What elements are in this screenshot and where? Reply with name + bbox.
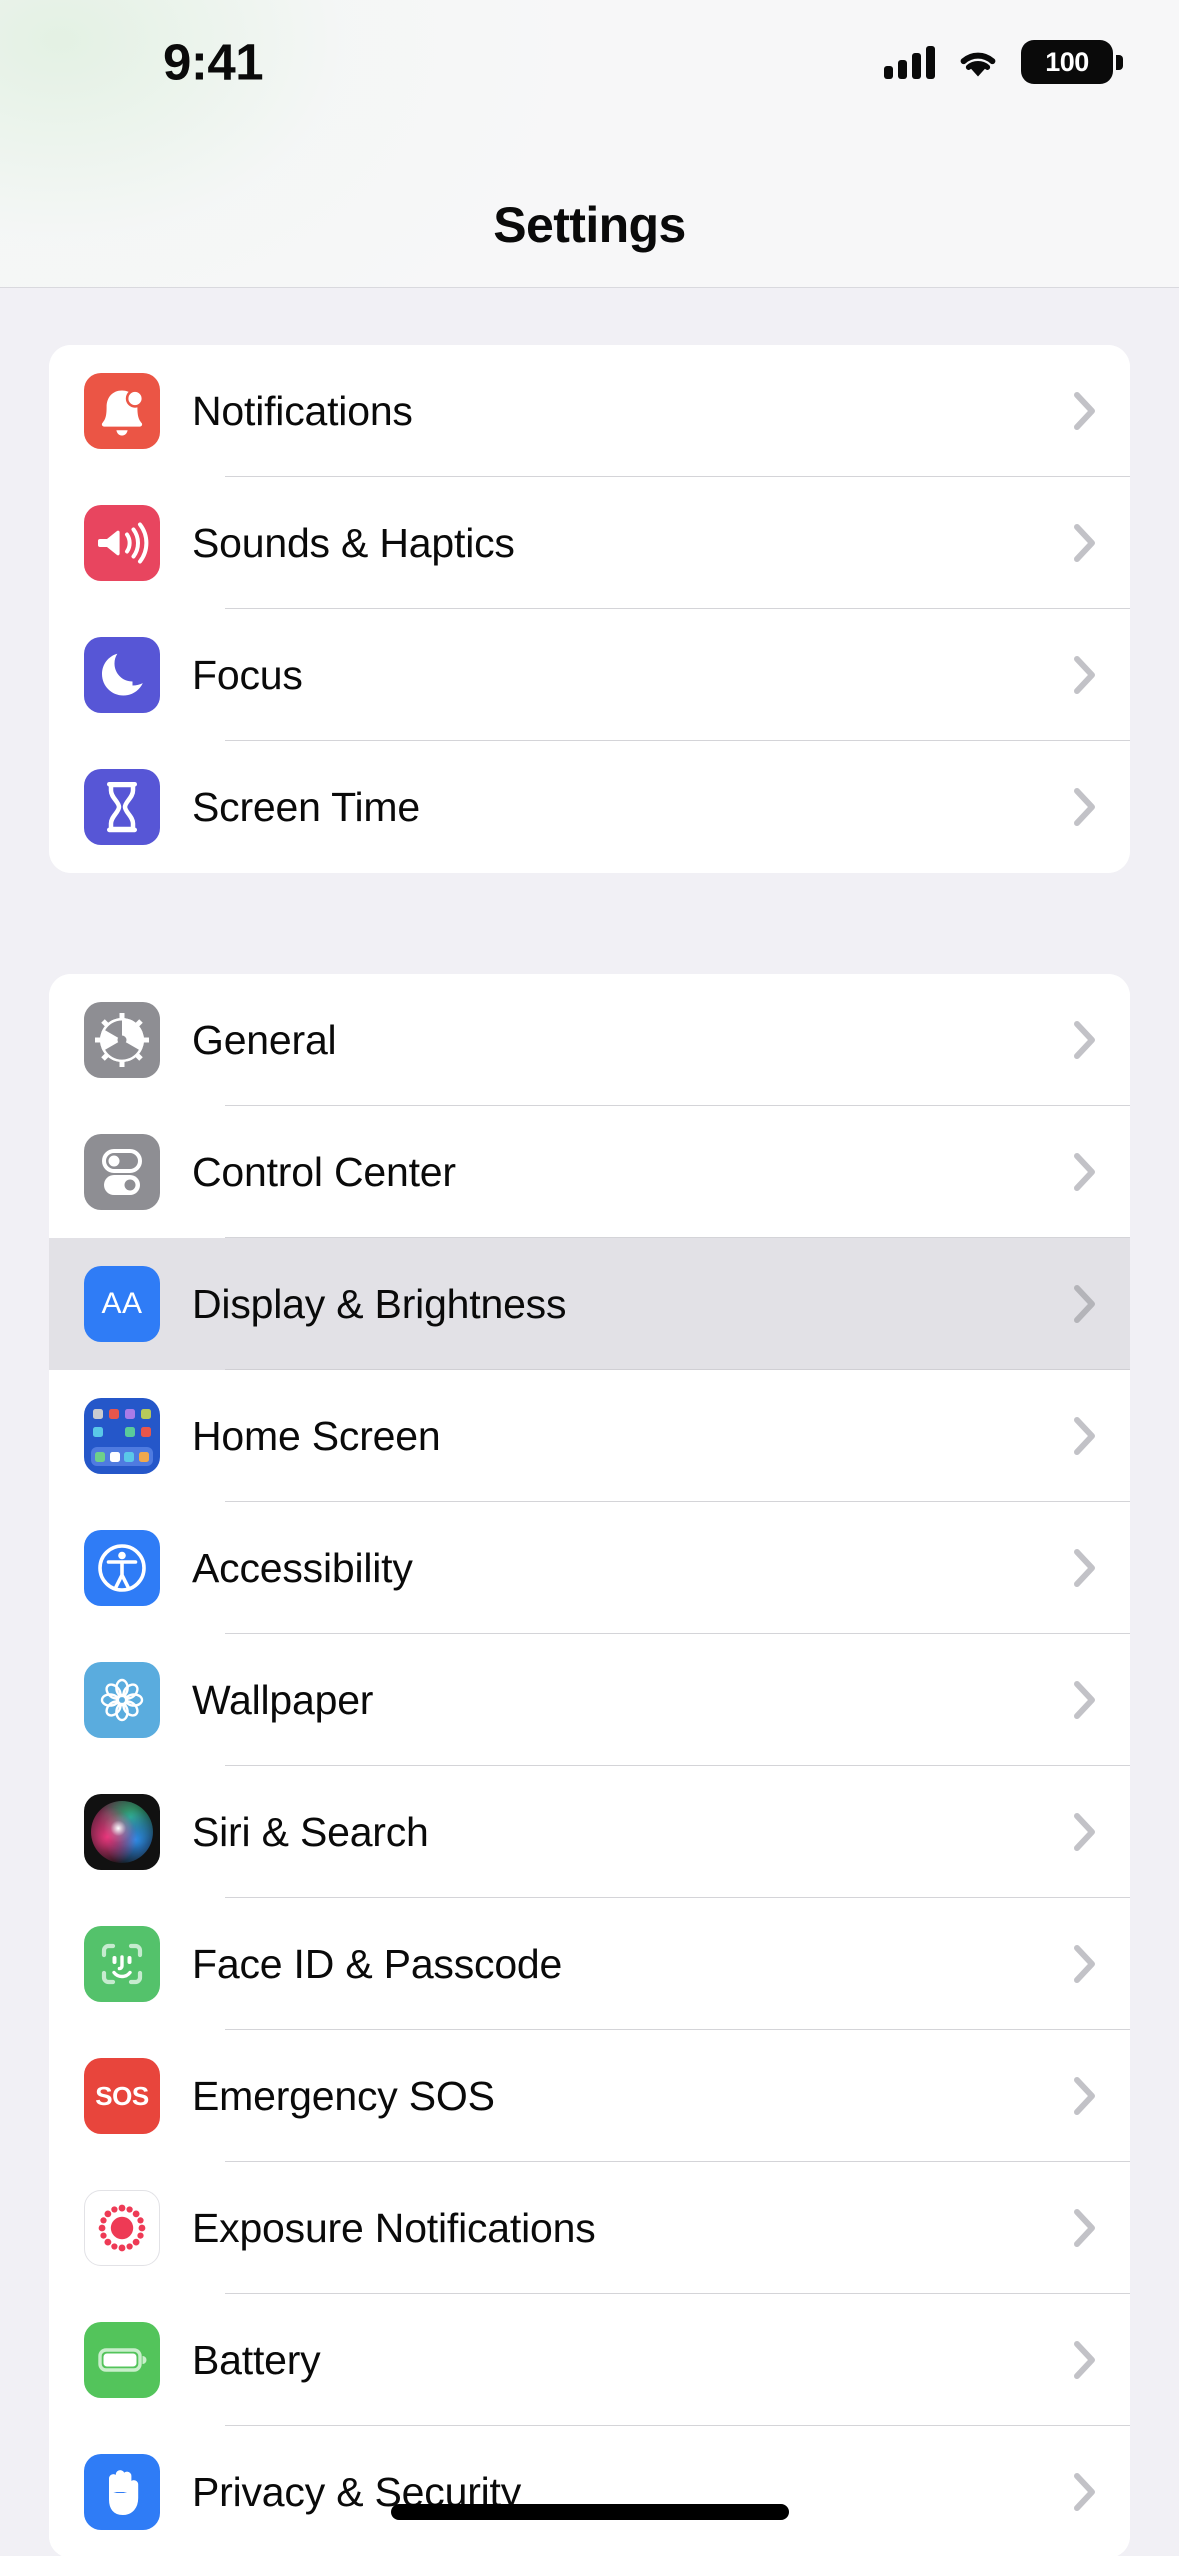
chevron-right-icon — [1074, 1285, 1096, 1323]
battery-full-icon — [84, 2322, 160, 2398]
chevron-right-icon — [1074, 2077, 1096, 2115]
cellular-signal-icon — [884, 45, 935, 79]
settings-row-label: Emergency SOS — [192, 2072, 495, 2119]
chevron-right-icon — [1074, 1681, 1096, 1719]
settings-row-accessibility[interactable]: Accessibility — [49, 1502, 1130, 1634]
settings-row-label: Face ID & Passcode — [192, 1940, 563, 1987]
exposure-dots-icon — [84, 2190, 160, 2266]
nav-header: 9:41 100 Settings — [0, 0, 1179, 288]
page-title: Settings — [493, 197, 686, 253]
aa-glyph: AA — [101, 1287, 143, 1320]
settings-row-display-brightness[interactable]: AA Display & Brightness — [49, 1238, 1130, 1370]
settings-row-focus[interactable]: Focus — [49, 609, 1130, 741]
settings-row-control-center[interactable]: Control Center — [49, 1106, 1130, 1238]
status-bar-indicators: 100 — [884, 40, 1123, 84]
status-bar-clock: 9:41 — [163, 33, 264, 91]
settings-row-wallpaper[interactable]: Wallpaper — [49, 1634, 1130, 1766]
chevron-right-icon — [1074, 1153, 1096, 1191]
accessibility-icon — [84, 1530, 160, 1606]
raised-hand-icon — [84, 2454, 160, 2530]
status-bar: 9:41 100 — [0, 0, 1179, 124]
settings-row-label: Home Screen — [192, 1412, 441, 1459]
settings-row-sounds-haptics[interactable]: Sounds & Haptics — [49, 477, 1130, 609]
chevron-right-icon — [1074, 2209, 1096, 2247]
settings-row-general[interactable]: General — [49, 974, 1130, 1106]
settings-row-exposure-notifications[interactable]: Exposure Notifications — [49, 2162, 1130, 2294]
settings-row-label: General — [192, 1016, 337, 1063]
settings-row-label: Siri & Search — [192, 1808, 429, 1855]
sos-glyph: SOS — [95, 2080, 149, 2111]
chevron-right-icon — [1074, 788, 1096, 826]
chevron-right-icon — [1074, 656, 1096, 694]
settings-row-label: Sounds & Haptics — [192, 519, 515, 566]
app-grid-icon — [84, 1398, 160, 1474]
settings-group-two: General Control Center AA Display & Brig… — [49, 974, 1130, 2556]
flower-wallpaper-icon — [84, 1662, 160, 1738]
settings-list: Notifications Sounds & Haptics Focus Scr… — [0, 288, 1179, 2556]
siri-orb-icon — [84, 1794, 160, 1870]
gear-icon — [84, 1002, 160, 1078]
settings-row-face-id-passcode[interactable]: Face ID & Passcode — [49, 1898, 1130, 2030]
ios-settings-screen: 9:41 100 Settings Notifications Sounds &… — [0, 0, 1179, 2556]
face-id-icon — [84, 1926, 160, 2002]
speaker-waves-icon — [84, 505, 160, 581]
hourglass-icon — [84, 769, 160, 845]
settings-row-label: Display & Brightness — [192, 1280, 567, 1327]
chevron-right-icon — [1074, 1549, 1096, 1587]
chevron-right-icon — [1074, 2341, 1096, 2379]
wifi-icon — [957, 47, 999, 78]
settings-row-home-screen[interactable]: Home Screen — [49, 1370, 1130, 1502]
chevron-right-icon — [1074, 1417, 1096, 1455]
settings-row-privacy-security[interactable]: Privacy & Security — [49, 2426, 1130, 2556]
bell-icon — [84, 373, 160, 449]
aa-text-size-icon: AA — [84, 1266, 160, 1342]
battery-icon: 100 — [1021, 40, 1123, 84]
sos-icon: SOS — [84, 2058, 160, 2134]
settings-row-emergency-sos[interactable]: SOS Emergency SOS — [49, 2030, 1130, 2162]
chevron-right-icon — [1074, 1021, 1096, 1059]
settings-row-notifications[interactable]: Notifications — [49, 345, 1130, 477]
settings-row-screen-time[interactable]: Screen Time — [49, 741, 1130, 873]
settings-row-battery[interactable]: Battery — [49, 2294, 1130, 2426]
battery-percent-label: 100 — [1045, 46, 1089, 77]
chevron-right-icon — [1074, 1813, 1096, 1851]
chevron-right-icon — [1074, 524, 1096, 562]
settings-row-label: Exposure Notifications — [192, 2204, 596, 2251]
moon-icon — [84, 637, 160, 713]
chevron-right-icon — [1074, 2473, 1096, 2511]
settings-row-siri-search[interactable]: Siri & Search — [49, 1766, 1130, 1898]
settings-row-label: Control Center — [192, 1148, 456, 1195]
settings-row-label: Battery — [192, 2336, 321, 2383]
battery-cap — [1116, 54, 1123, 70]
chevron-right-icon — [1074, 392, 1096, 430]
settings-row-label: Screen Time — [192, 783, 420, 830]
settings-row-label: Wallpaper — [192, 1676, 374, 1723]
home-indicator-bar[interactable] — [390, 2504, 789, 2520]
toggles-icon — [84, 1134, 160, 1210]
chevron-right-icon — [1074, 1945, 1096, 1983]
settings-group-one: Notifications Sounds & Haptics Focus Scr… — [49, 345, 1130, 873]
settings-row-label: Accessibility — [192, 1544, 413, 1591]
settings-row-label: Focus — [192, 651, 303, 698]
settings-row-label: Notifications — [192, 387, 413, 434]
